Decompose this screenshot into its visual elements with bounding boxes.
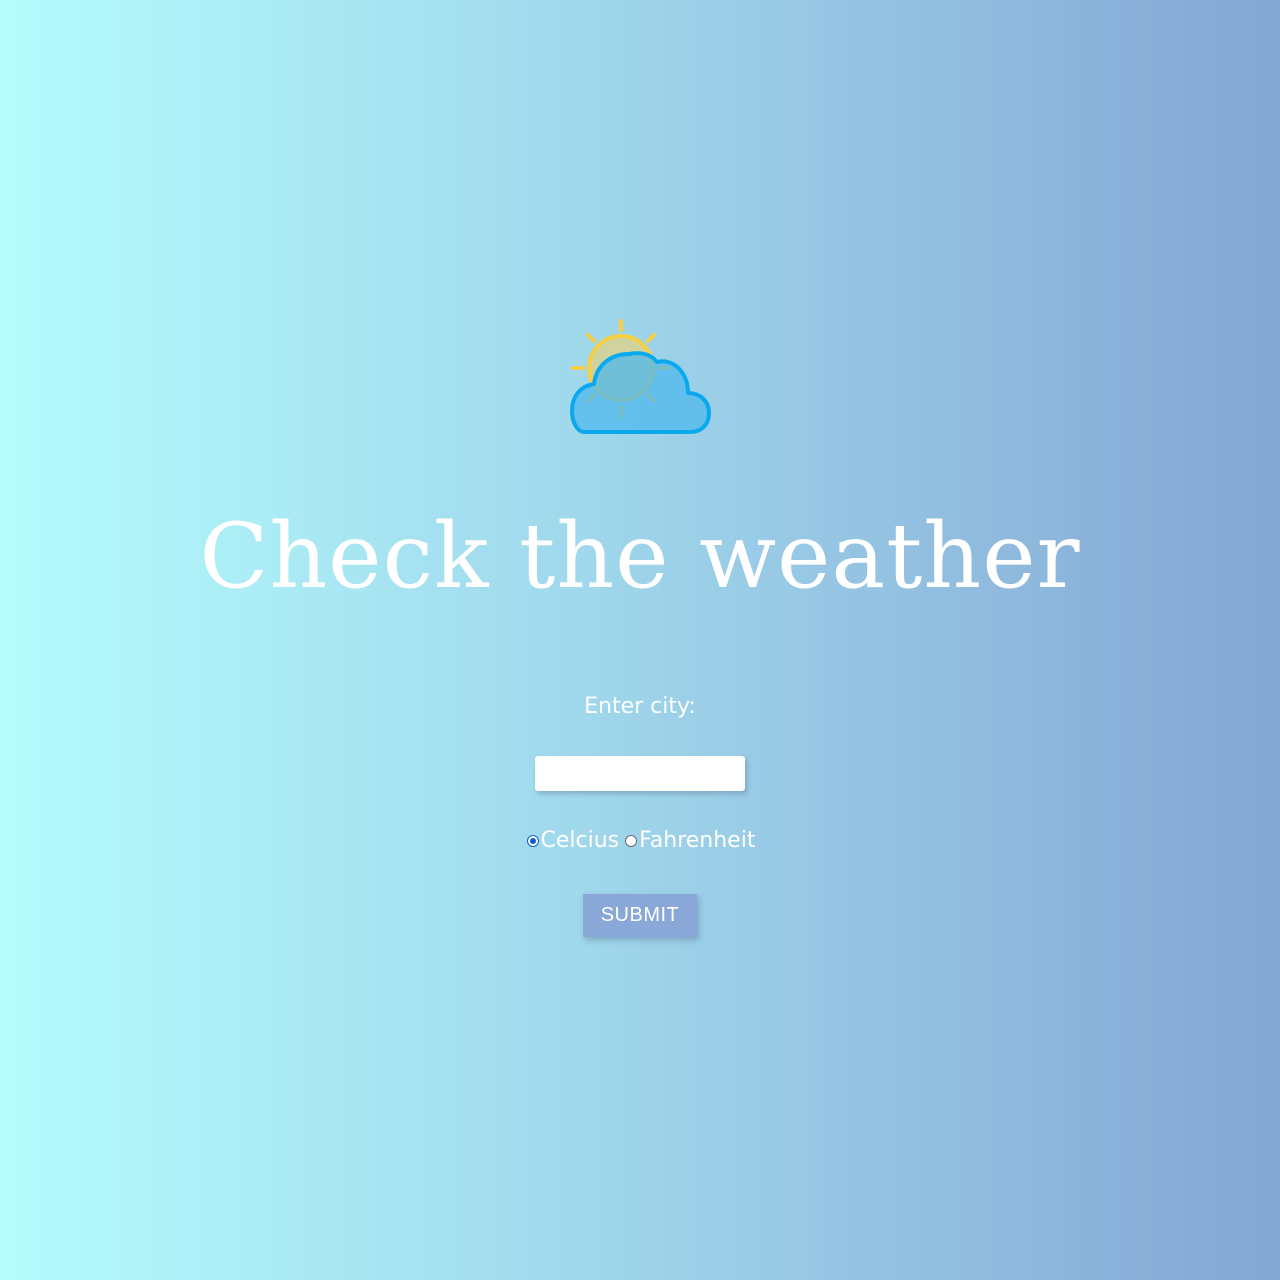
fahrenheit-radio[interactable] <box>625 835 638 847</box>
city-input[interactable] <box>535 756 745 791</box>
unit-selector: Celcius Fahrenheit <box>0 824 1280 856</box>
celcius-label[interactable]: Celcius <box>541 828 620 853</box>
page-title: Check the weather <box>199 504 1081 609</box>
city-label: Enter city: <box>584 694 696 719</box>
partly-cloudy-icon <box>570 319 711 434</box>
celcius-radio[interactable] <box>526 835 539 847</box>
weather-page: Check the weather Enter city: Celcius Fa… <box>0 0 1280 1280</box>
fahrenheit-label[interactable]: Fahrenheit <box>639 828 755 853</box>
submit-button[interactable]: SUBMIT <box>583 894 697 937</box>
